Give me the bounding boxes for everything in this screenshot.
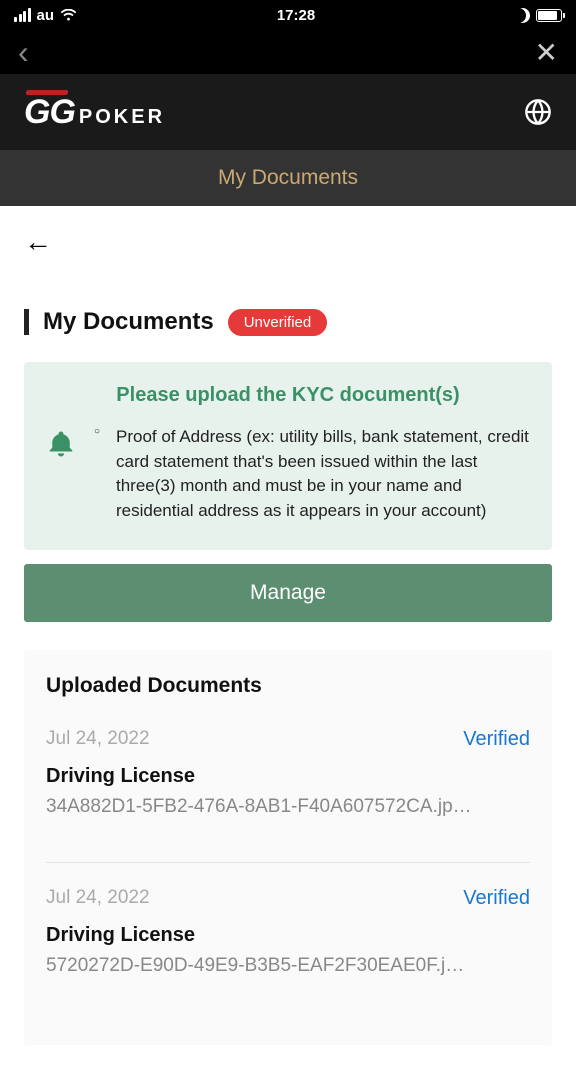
bell-icon [46,429,76,459]
globe-icon[interactable] [524,98,552,126]
clock: 17:28 [277,7,315,24]
status-badge: Unverified [228,309,328,336]
document-date: Jul 24, 2022 [46,887,150,909]
document-item[interactable]: Jul 24, 2022 Verified Driving License 57… [46,862,530,997]
status-bar: au 17:28 [0,0,576,30]
section-header: My Documents Unverified [24,308,552,336]
document-filename: 34A882D1-5FB2-476A-8AB1-F40A607572CA.jp… [46,796,530,818]
do-not-disturb-icon [515,8,530,23]
document-type: Driving License [46,765,530,788]
document-type: Driving License [46,924,530,947]
notice-item: Proof of Address (ex: utility bills, ban… [94,425,530,524]
back-chevron-icon[interactable]: ‹ [18,34,29,71]
manage-button[interactable]: Manage [24,564,552,622]
uploaded-documents: Uploaded Documents Jul 24, 2022 Verified… [24,650,552,1045]
back-arrow-icon[interactable]: ← [24,226,52,258]
webview-nav: ‹ ✕ [0,30,576,74]
title-bar: My Documents [0,150,576,206]
carrier-label: au [37,7,55,24]
close-icon[interactable]: ✕ [535,36,558,69]
document-filename: 5720272D-E90D-49E9-B3B5-EAF2F30EAE0F.j… [46,955,530,977]
document-date: Jul 24, 2022 [46,728,150,750]
kyc-notice: Please upload the KYC document(s) Proof … [24,362,552,550]
document-item[interactable]: Jul 24, 2022 Verified Driving License 34… [46,728,530,838]
battery-icon [536,9,562,22]
uploaded-heading: Uploaded Documents [46,674,530,698]
notice-title: Please upload the KYC document(s) [46,384,530,407]
ggpoker-logo: GG POKER [24,93,165,132]
section-accent-bar [24,309,29,335]
title-bar-text: My Documents [218,166,358,190]
page-title: My Documents [43,308,214,336]
document-status: Verified [463,887,530,910]
app-header: GG POKER [0,74,576,150]
document-status: Verified [463,728,530,751]
signal-icon [14,8,31,22]
wifi-icon [60,9,77,22]
